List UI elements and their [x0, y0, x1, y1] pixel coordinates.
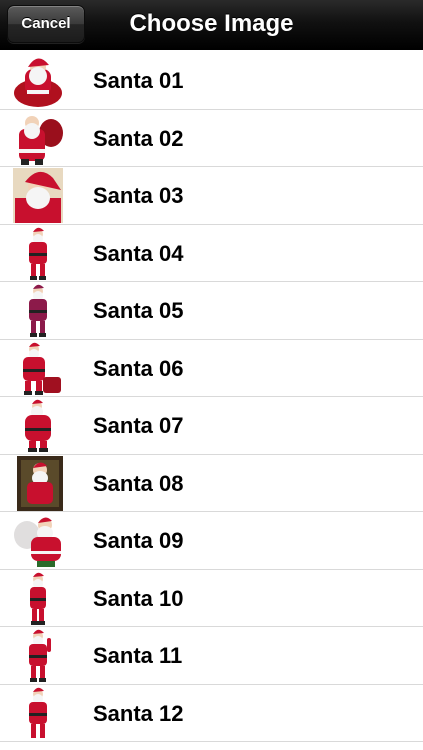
list-item[interactable]: Santa 03 [0, 167, 423, 225]
list-item[interactable]: Santa 11 [0, 627, 423, 685]
cancel-button[interactable]: Cancel [7, 5, 85, 43]
list-item[interactable]: Santa 08 [0, 455, 423, 512]
list-item-label: Santa 02 [93, 125, 184, 151]
santa-standing-icon [29, 629, 51, 682]
list-item[interactable]: Santa 01 [0, 52, 423, 110]
santa-standing-icon [29, 284, 47, 337]
santa-standing-icon [29, 687, 47, 738]
list-item-label: Santa 06 [93, 355, 184, 381]
list-item[interactable]: Santa 06 [0, 340, 423, 397]
list-item-label: Santa 12 [93, 700, 184, 726]
list-item-label: Santa 08 [93, 470, 184, 496]
list-item-label: Santa 11 [93, 643, 183, 668]
santa-portrait-icon [13, 168, 63, 223]
image-list: Santa 01 Santa 02 Santa 03 Santa 04 Sant… [0, 52, 423, 742]
list-item-label: Santa 01 [93, 68, 184, 93]
santa-standing-icon [30, 572, 46, 625]
list-item-label: Santa 09 [93, 528, 184, 553]
list-item[interactable]: Santa 05 [0, 282, 423, 340]
list-item[interactable]: Santa 04 [0, 225, 423, 282]
santa-sack-icon [14, 517, 61, 567]
list-item[interactable]: Santa 02 [0, 110, 423, 167]
santa-standing-icon [23, 342, 61, 395]
list-item[interactable]: Santa 07 [0, 397, 423, 455]
santa-sack-icon [19, 115, 63, 165]
list-item[interactable]: Santa 09 [0, 512, 423, 570]
santa-standing-icon [29, 227, 47, 280]
page-title: Choose Image [129, 10, 294, 37]
list-item[interactable]: Santa 10 [0, 570, 423, 627]
list-item-label: Santa 03 [93, 183, 184, 208]
list-item-label: Santa 05 [93, 298, 184, 323]
santa-fireplace-icon [17, 455, 63, 511]
list-item[interactable]: Santa 12 [0, 685, 423, 742]
navigation-bar: Cancel Choose Image [0, 0, 423, 50]
santa-standing-icon [25, 399, 51, 452]
list-item-label: Santa 10 [93, 585, 184, 611]
list-item-label: Santa 04 [93, 240, 184, 266]
list-item-label: Santa 07 [93, 413, 184, 438]
santa-seated-icon [14, 58, 62, 107]
